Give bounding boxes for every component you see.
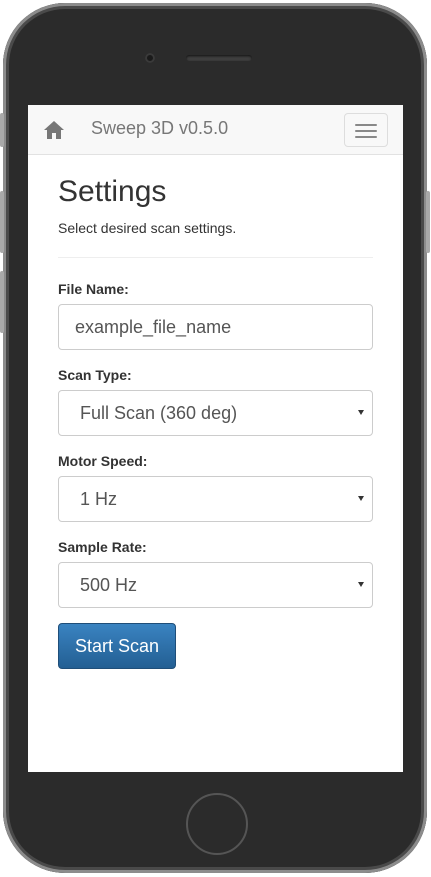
scan-type-value: Full Scan (360 deg) [80,403,238,423]
motor-speed-value: 1 Hz [80,489,118,509]
navbar-brand[interactable]: Sweep 3D v0.5.0 [91,118,228,139]
scan-type-select[interactable]: Full Scan (360 deg) [58,390,373,436]
file-name-input[interactable]: example_file_name [58,304,373,350]
file-name-label: File Name: [58,281,129,297]
mute-switch [0,113,4,147]
navbar-toggle-button[interactable] [344,113,388,147]
file-name-value: example_file_name [75,317,232,337]
divider [58,257,373,258]
sample-rate-value: 500 Hz [80,575,138,595]
motor-speed-select[interactable]: 1 Hz [58,476,373,522]
navbar: Sweep 3D v0.5.0 [28,105,403,155]
hamburger-menu-icon-bar [355,130,377,132]
front-camera [145,53,155,63]
power-button [426,191,430,253]
volume-down-button [0,271,4,333]
caret-down-icon [358,410,364,415]
volume-up-button [0,191,4,253]
device-home-button[interactable] [186,793,248,855]
app-screen: Sweep 3D v0.5.0 Settings Select desired … [28,105,403,772]
page-subtitle: Select desired scan settings. [58,220,237,236]
earpiece-speaker [186,55,252,61]
scan-type-label: Scan Type: [58,367,132,383]
home-icon[interactable] [43,120,65,140]
motor-speed-label: Motor Speed: [58,453,148,469]
hamburger-menu-icon-bar [355,136,377,138]
start-scan-button[interactable]: Start Scan [58,623,176,669]
caret-down-icon [358,582,364,587]
sample-rate-label: Sample Rate: [58,539,147,555]
sample-rate-select[interactable]: 500 Hz [58,562,373,608]
hamburger-menu-icon [355,124,377,126]
caret-down-icon [358,496,364,501]
page-title: Settings [58,175,167,208]
